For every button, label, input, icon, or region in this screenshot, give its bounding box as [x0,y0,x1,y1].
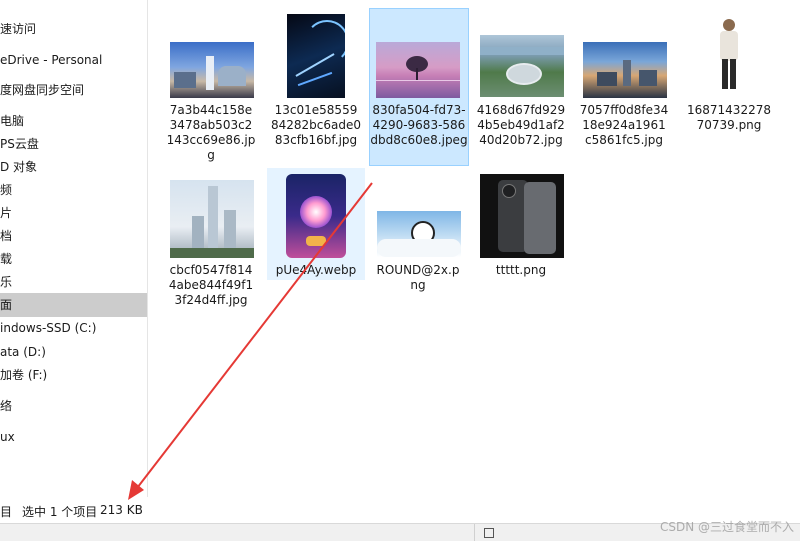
image-thumbnail [286,174,346,258]
file-tile[interactable]: 7a3b44c158e3478ab503c2143cc69e86.jpg [165,8,257,162]
nav-item-label: 速访问 [0,22,37,36]
watermark: CSDN @三过食堂而不入 [659,520,794,534]
file-name: ROUND@2x.png [376,263,460,292]
nav-item-videos[interactable]: 频 [0,178,147,202]
image-thumbnail [287,14,345,98]
file-name: pUe4Ay.webp [275,263,357,277]
file-tile[interactable]: ROUND@2x.png [372,168,464,318]
nav-item-network[interactable]: 络 [0,394,147,418]
file-name: ttttt.png [495,263,547,277]
nav-item-label: 载 [0,252,13,266]
nav-item-drive-d[interactable]: ata (D:) [0,340,147,364]
nav-item-label: 乐 [0,275,13,289]
nav-item-linux[interactable]: ux [0,425,147,449]
view-label: 目 [0,505,13,519]
nav-item-baidu-sync[interactable]: 度网盘同步空间 [0,78,147,102]
nav-item-drive-c[interactable]: indows-SSD (C:) [0,316,147,340]
image-thumbnail [377,211,461,257]
nav-item-music[interactable]: 乐 [0,270,147,294]
nav-item-label: indows-SSD (C:) [0,321,97,335]
nav-item-label: 档 [0,229,13,243]
image-thumbnail [376,42,460,98]
file-name: 1687143227870739.png [687,103,771,132]
nav-item-label: 频 [0,183,13,197]
file-tile[interactable]: 830fa504-fd73-4290-9683-586dbd8c60e8.jpe… [369,8,469,166]
image-thumbnail [583,42,667,98]
file-tile[interactable]: pUe4Ay.webp [267,168,365,280]
nav-item-drive-f[interactable]: 加卷 (F:) [0,363,147,387]
nav-item-3d-objects[interactable]: D 对象 [0,155,147,179]
nav-item-label: 面 [0,298,13,312]
nav-item-label: D 对象 [0,160,38,174]
nav-item-label: 片 [0,206,13,220]
file-name: 7057ff0d8fe3418e924a1961c5861fc5.jpg [579,103,669,147]
nav-item-desktop[interactable]: 面 [0,293,147,317]
image-thumbnail [480,174,564,258]
file-tile[interactable]: 13c01e5855984282bc6ade083cfb16bf.jpg [270,8,362,158]
image-thumbnail [712,13,748,97]
file-name: 7a3b44c158e3478ab503c2143cc69e86.jpg [166,103,256,162]
nav-item-pictures[interactable]: 片 [0,201,147,225]
nav-item-label: PS云盘 [0,137,39,151]
nav-item-this-pc[interactable]: 电脑 [0,109,147,133]
nav-item-label: eDrive - Personal [0,53,103,67]
nav-item-label: 电脑 [0,114,25,128]
file-tile[interactable]: 1687143227870739.png [683,8,775,158]
file-tile[interactable]: cbcf0547f8144abe844f49f13f24d4ff.jpg [165,168,257,318]
file-name: cbcf0547f8144abe844f49f13f24d4ff.jpg [168,263,254,307]
file-tile[interactable]: 4168d67fd9294b5eb49d1af240d20b72.jpg [475,8,567,158]
image-thumbnail [170,42,254,98]
nav-item-onedrive[interactable]: eDrive - Personal [0,48,147,72]
nav-item-label: ata (D:) [0,345,46,359]
image-thumbnail [170,180,254,258]
file-tile[interactable]: ttttt.png [475,168,567,318]
nav-item-label: 度网盘同步空间 [0,83,85,97]
navigation-pane: 速访问 eDrive - Personal 度网盘同步空间 电脑 PS云盘 D … [0,0,148,497]
file-name: 13c01e5855984282bc6ade083cfb16bf.jpg [271,103,362,147]
image-thumbnail [480,35,564,97]
nav-item-label: ux [0,430,15,444]
nav-item-quick-access[interactable]: 速访问 [0,17,147,41]
nav-item-downloads[interactable]: 载 [0,247,147,271]
file-tile[interactable]: 7057ff0d8fe3418e924a1961c5861fc5.jpg [578,8,670,158]
nav-item-documents[interactable]: 档 [0,224,147,248]
nav-item-wps-cloud[interactable]: PS云盘 [0,132,147,156]
file-name: 830fa504-fd73-4290-9683-586dbd8c60e8.jpe… [370,103,468,147]
nav-item-label: 络 [0,399,13,413]
selection-count: 选中 1 个项目 [22,505,98,519]
file-name: 4168d67fd9294b5eb49d1af240d20b72.jpg [476,103,566,147]
nav-item-label: 加卷 (F:) [0,368,48,382]
selection-size: 213 KB [100,503,143,517]
file-list-view: 7a3b44c158e3478ab503c2143cc69e86.jpg 13c… [148,0,800,497]
